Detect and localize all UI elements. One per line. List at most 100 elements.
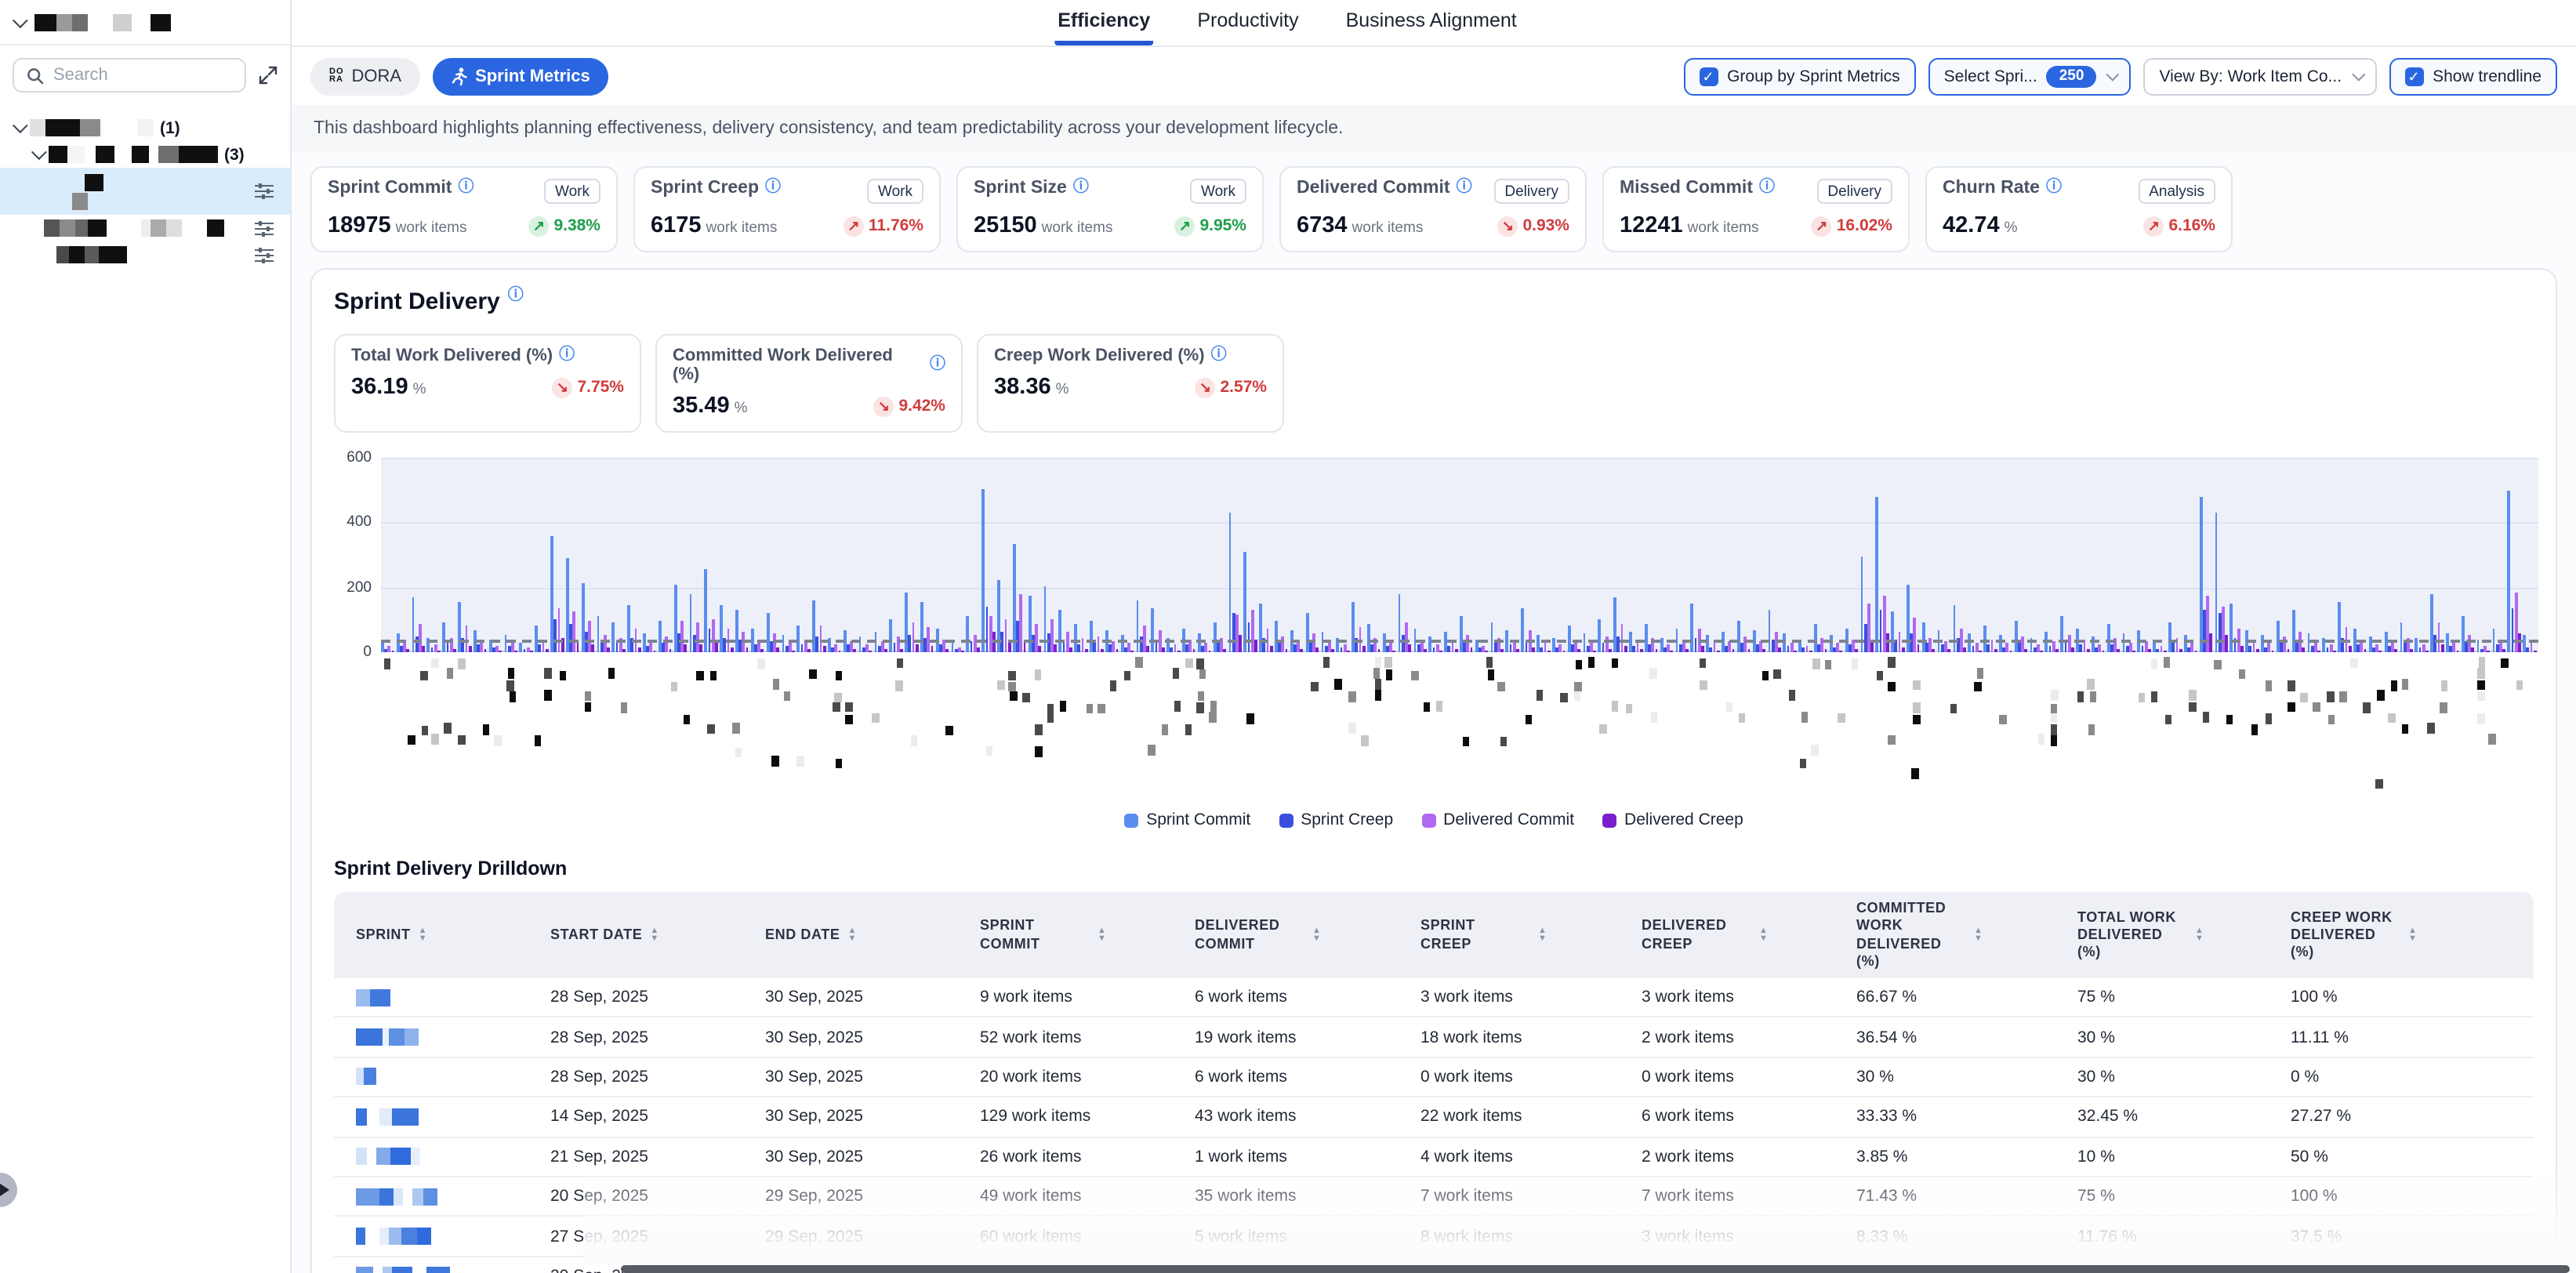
sort-icon[interactable]: ▲▼	[847, 928, 857, 943]
table-row[interactable]: 28 Sep, 202530 Sep, 20259 work items6 wo…	[334, 978, 2534, 1018]
info-icon[interactable]: ⓘ	[458, 180, 473, 196]
sort-icon[interactable]: ▲▼	[419, 928, 428, 943]
redacted-block	[56, 246, 69, 263]
metric-card-churn-rate[interactable]: Churn RateⓘAnalysis42.74%↗6.16%	[1925, 166, 2233, 252]
search-input[interactable]: Search	[13, 58, 246, 92]
info-icon[interactable]: ⓘ	[1759, 180, 1775, 196]
metric-card-delivered-commit[interactable]: Delivered CommitⓘDelivery6734work items↘…	[1279, 166, 1587, 252]
tab-productivity[interactable]: Productivity	[1194, 0, 1301, 45]
delivery-card-creep-work-delivered-[interactable]: Creep Work Delivered (%)ⓘ38.36%↘2.57%	[977, 334, 1284, 433]
table-row[interactable]: 20 Sep, 202529 Sep, 202549 work items35 …	[334, 1177, 2534, 1217]
legend-item-sprint-commit[interactable]: Sprint Commit	[1124, 811, 1250, 829]
metric-card-sprint-commit[interactable]: Sprint CommitⓘWork18975work items↗9.38%	[310, 166, 618, 252]
column-header-creep-work-delivered-[interactable]: Creep Work Delivered (%)▲▼	[2291, 909, 2534, 962]
table-row[interactable]: 28 Sep, 202530 Sep, 202520 work items6 w…	[334, 1058, 2534, 1098]
bar-sprint-commit	[381, 641, 384, 652]
bar-delivered-commit	[527, 647, 530, 652]
card-value-row: 35.49%↘9.42%	[673, 394, 945, 419]
legend-item-sprint-creep[interactable]: Sprint Creep	[1279, 811, 1393, 829]
info-icon[interactable]: ⓘ	[1073, 180, 1089, 196]
legend-item-delivered-commit[interactable]: Delivered Commit	[1421, 811, 1574, 829]
sort-icon[interactable]: ▲▼	[1974, 928, 1983, 943]
info-icon[interactable]: ⓘ	[1211, 348, 1227, 364]
sort-icon[interactable]: ▲▼	[1312, 928, 1322, 943]
table-row[interactable]: 28 Sep, 202530 Sep, 202552 work items19 …	[334, 1018, 2534, 1058]
metric-card-sprint-creep[interactable]: Sprint CreepⓘWork6175work items↗11.76%	[633, 166, 941, 252]
column-header-total-work-delivered-[interactable]: Total Work Delivered (%)▲▼	[2077, 909, 2291, 962]
dora-toggle[interactable]: DORA DORA	[310, 57, 420, 95]
sort-icon[interactable]: ▲▼	[1538, 928, 1547, 943]
bar-sprint-creep	[1047, 633, 1050, 652]
redacted-axis-cell	[1246, 713, 1254, 724]
tree-item[interactable]	[0, 215, 290, 241]
metric-card-sprint-size[interactable]: Sprint SizeⓘWork25150work items↗9.95%	[956, 166, 1264, 252]
cell: 4 work items	[1420, 1148, 1642, 1166]
sidebar-collapse-button[interactable]	[0, 1173, 17, 1207]
redacted-gap	[367, 1148, 376, 1166]
info-icon[interactable]: ⓘ	[559, 348, 575, 364]
column-header-sprint[interactable]: Sprint▲▼	[334, 927, 550, 945]
column-header-sprint-commit[interactable]: Sprint Commit▲▼	[980, 918, 1195, 953]
table-row[interactable]: 14 Sep, 202530 Sep, 2025129 work items43…	[334, 1097, 2534, 1137]
column-header-end-date[interactable]: End Date▲▼	[765, 927, 980, 945]
org-switcher[interactable]	[0, 0, 290, 45]
horizontal-scrollbar[interactable]	[621, 1265, 2570, 1273]
metric-card-missed-commit[interactable]: Missed CommitⓘDelivery12241work items↗16…	[1602, 166, 1910, 252]
bar-chart-plot[interactable]: 0200400600	[381, 458, 2538, 652]
bar-delivered-creep	[499, 651, 503, 652]
group-by-sprint-metrics-checkbox[interactable]: ✓ Group by Sprint Metrics	[1683, 57, 1916, 95]
redacted-axis-cell	[845, 702, 852, 712]
column-header-sprint-creep[interactable]: Sprint Creep▲▼	[1420, 918, 1642, 953]
bar-delivered-commit	[1883, 596, 1886, 652]
tree-item[interactable]: (3)	[0, 141, 290, 168]
column-header-start-date[interactable]: Start Date▲▼	[550, 927, 765, 945]
filter-sliders-icon[interactable]	[254, 219, 274, 238]
column-header-committed-work-delivered-[interactable]: Committed Work Delivered (%)▲▼	[1856, 900, 2077, 970]
sprint-metrics-toggle[interactable]: Sprint Metrics	[433, 57, 609, 95]
info-icon[interactable]: ⓘ	[508, 288, 524, 304]
info-icon[interactable]: ⓘ	[765, 180, 781, 196]
table-row[interactable]: 27 Sep, 202529 Sep, 202560 work items5 w…	[334, 1217, 2534, 1257]
expand-icon[interactable]	[259, 66, 278, 85]
redacted-axis-cell	[2489, 734, 2496, 744]
sprint-name-redacted	[334, 1068, 550, 1086]
sort-icon[interactable]: ▲▼	[2195, 928, 2204, 943]
redacted-axis-cell	[946, 725, 953, 735]
sort-icon[interactable]: ▲▼	[650, 928, 659, 943]
chevron-down-icon[interactable]	[13, 118, 28, 133]
info-icon[interactable]: ⓘ	[1457, 180, 1472, 196]
info-icon[interactable]: ⓘ	[2046, 180, 2062, 196]
redacted-axis-cell	[608, 668, 615, 678]
redacted-axis-cell	[1059, 702, 1066, 712]
tree-item[interactable]	[0, 168, 290, 215]
sort-icon[interactable]: ▲▼	[1098, 928, 1107, 943]
table-row[interactable]: 21 Sep, 202530 Sep, 202526 work items1 w…	[334, 1137, 2534, 1177]
delivery-card-total-work-delivered-[interactable]: Total Work Delivered (%)ⓘ36.19%↘7.75%	[334, 334, 641, 433]
legend-item-delivered-creep[interactable]: Delivered Creep	[1602, 811, 1743, 829]
redacted-axis-cell	[1500, 737, 1507, 747]
sort-icon[interactable]: ▲▼	[1759, 928, 1769, 943]
filter-sliders-icon[interactable]	[254, 182, 274, 201]
column-header-delivered-creep[interactable]: Delivered Creep▲▼	[1642, 918, 1856, 953]
filter-sliders-icon[interactable]	[254, 245, 274, 264]
tab-label: Productivity	[1197, 9, 1298, 31]
view-by-dropdown[interactable]: View By: Work Item Co...	[2143, 57, 2376, 95]
select-sprints-dropdown[interactable]: Select Spri... 250	[1928, 57, 2132, 95]
tree-item[interactable]: (1)	[0, 114, 290, 141]
bar-delivered-commit	[1050, 620, 1054, 652]
redacted-gap	[114, 146, 132, 163]
tab-business-alignment[interactable]: Business Alignment	[1343, 0, 1520, 45]
redacted-block	[379, 1108, 392, 1126]
sort-icon[interactable]: ▲▼	[2408, 928, 2418, 943]
tree-item[interactable]	[0, 241, 290, 268]
bar-sprint-commit	[2277, 622, 2280, 652]
chevron-down-icon[interactable]	[31, 144, 47, 160]
sprint-delivery-cards: Total Work Delivered (%)ⓘ36.19%↘7.75%Com…	[334, 334, 2534, 433]
info-icon[interactable]: ⓘ	[930, 357, 945, 373]
delivery-card-committed-work-delivered-[interactable]: Committed Work Delivered (%)ⓘ35.49%↘9.42…	[655, 334, 963, 433]
redacted-axis-cell	[544, 690, 551, 700]
column-header-delivered-commit[interactable]: Delivered Commit▲▼	[1195, 918, 1420, 953]
redacted-gap	[44, 173, 85, 190]
show-trendline-checkbox[interactable]: ✓ Show trendline	[2389, 57, 2557, 95]
tab-efficiency[interactable]: Efficiency	[1054, 0, 1153, 45]
